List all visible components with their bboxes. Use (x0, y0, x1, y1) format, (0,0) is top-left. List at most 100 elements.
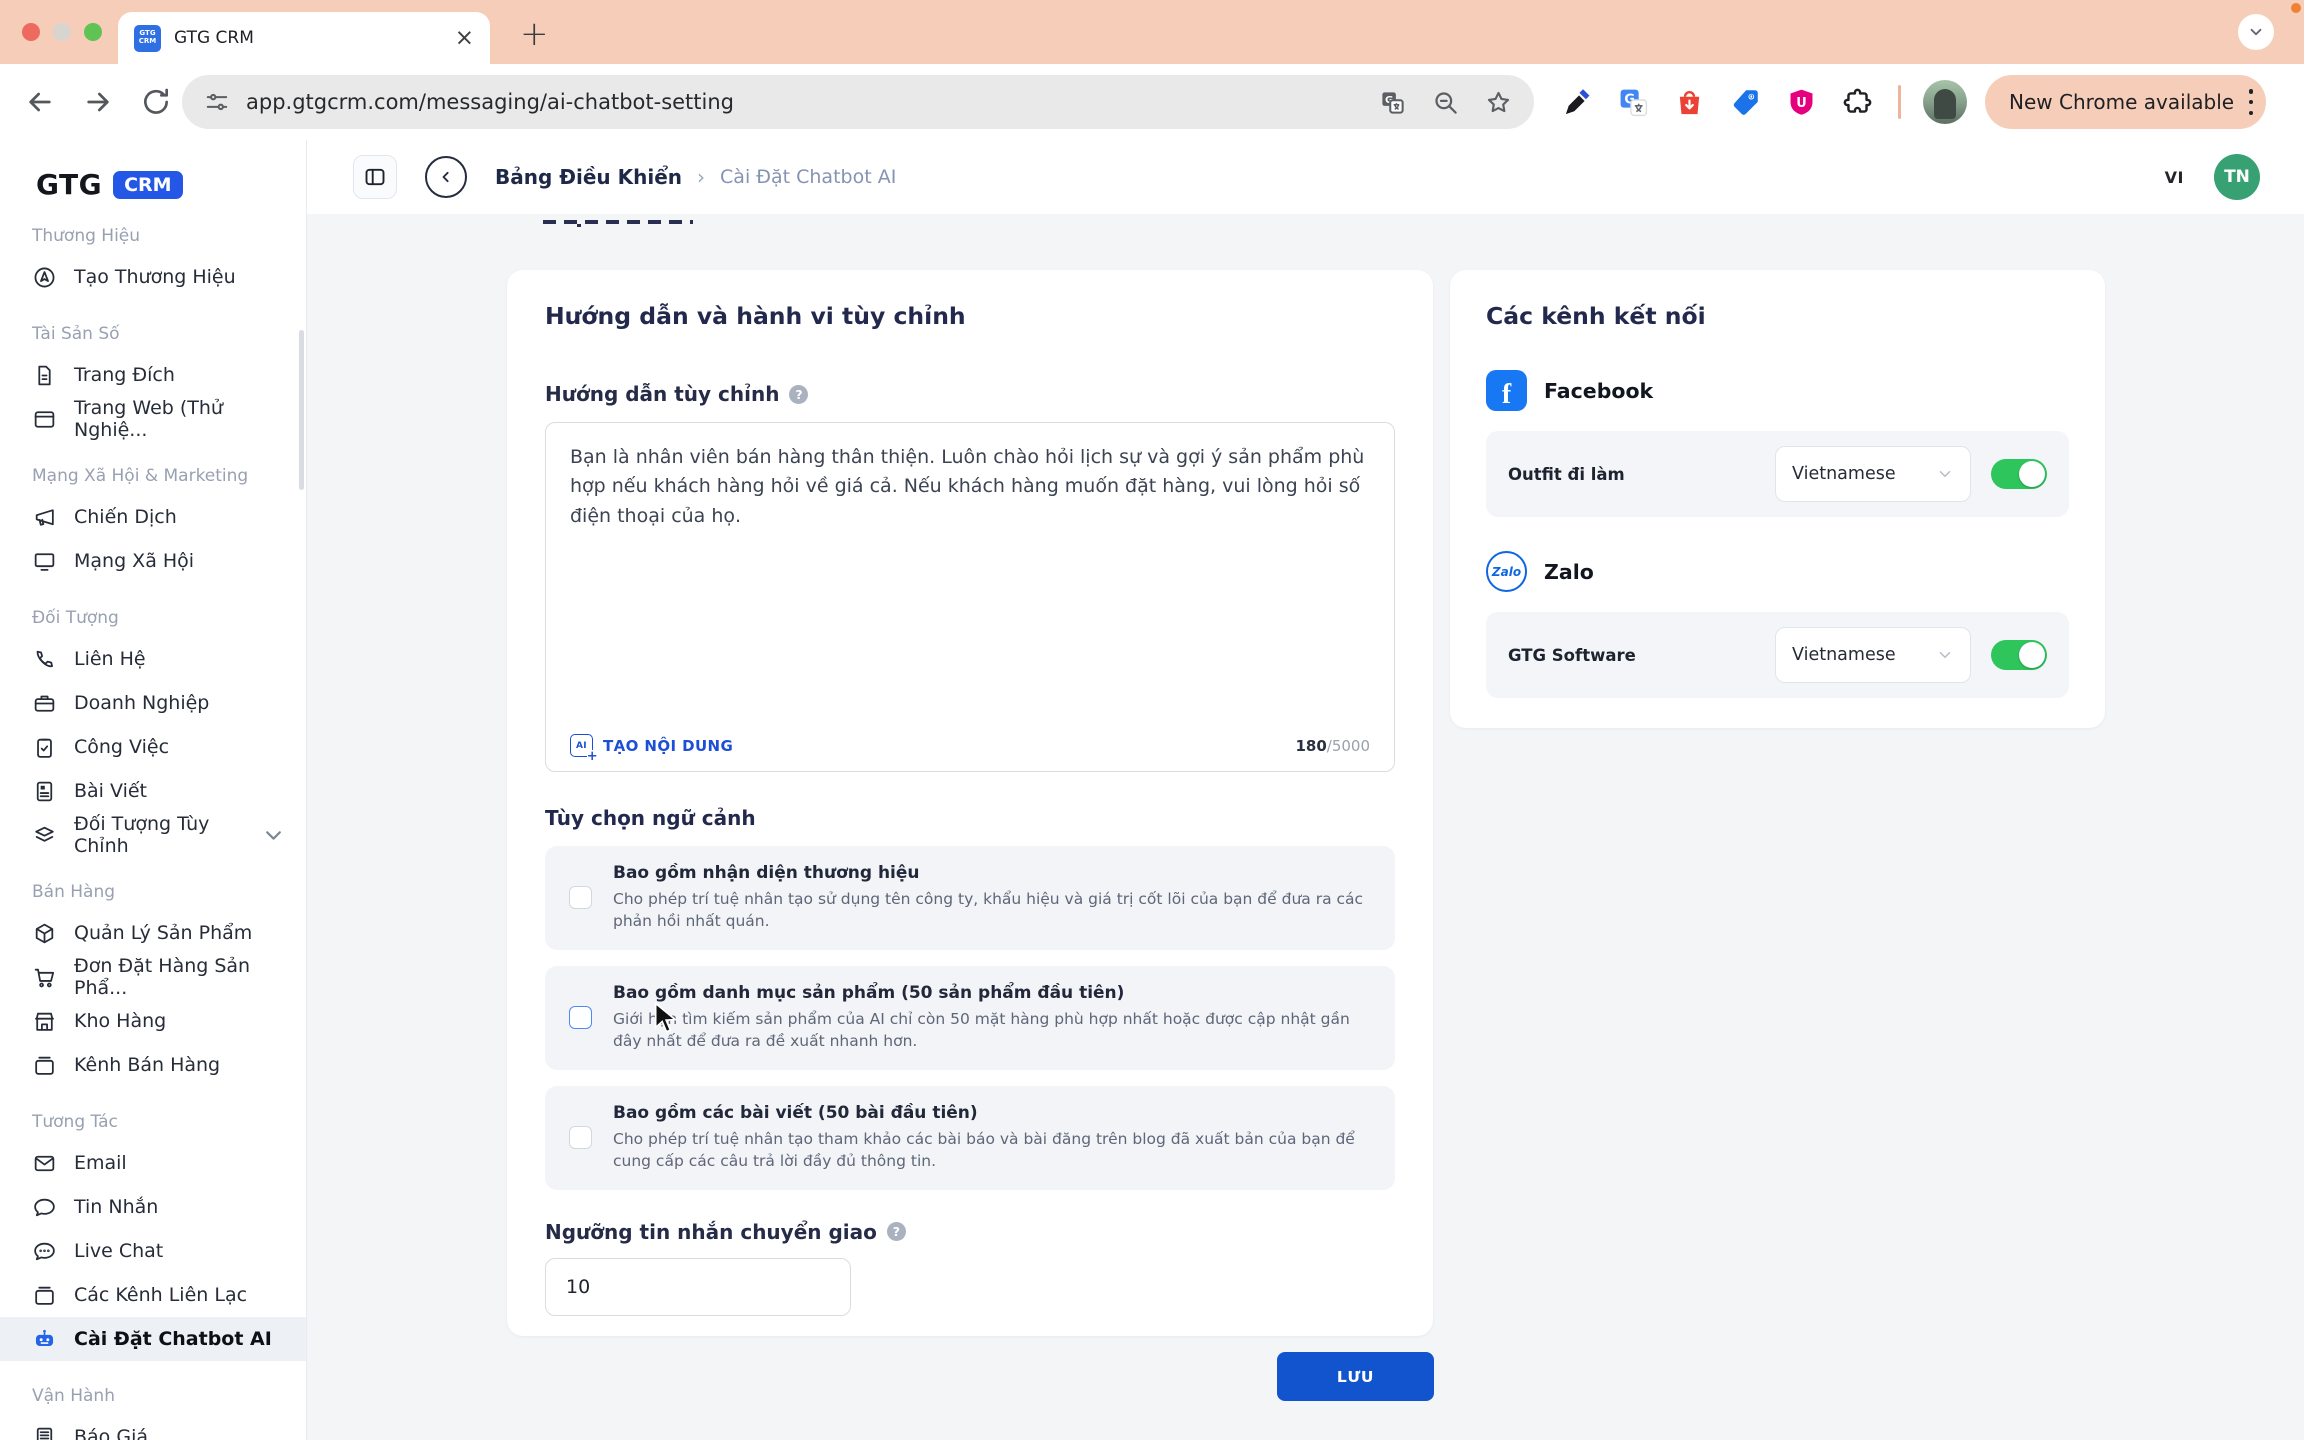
generate-content-button[interactable]: AI TẠO NỘI DUNG (570, 734, 733, 757)
chrome-update-label: New Chrome available (2009, 90, 2234, 114)
bookmark-star-icon[interactable] (1485, 89, 1512, 116)
invoice-icon (32, 1425, 57, 1440)
zalo-icon: Zalo (1486, 551, 1527, 592)
forward-icon[interactable] (82, 86, 114, 118)
clipped-heading (543, 220, 743, 227)
site-favicon: GTGCRM (134, 25, 161, 52)
tag-icon[interactable]: O (1730, 87, 1761, 118)
sidebar-item-custom-objects[interactable]: Đối Tượng Tùy Chỉnh (0, 813, 306, 857)
breadcrumb-dashboard[interactable]: Bảng Điều Khiển (495, 165, 682, 189)
close-window-button[interactable] (22, 23, 40, 41)
checkbox-brand-identity[interactable] (569, 886, 592, 909)
language-switcher[interactable]: VI (2165, 168, 2184, 187)
sidebar-item-email[interactable]: Email (0, 1141, 306, 1185)
reload-icon[interactable] (140, 86, 172, 118)
sidebar-item-website[interactable]: Trang Web (Thử Nghiệ... (0, 397, 306, 441)
phone-icon (32, 647, 57, 672)
sidebar-toggle-button[interactable] (353, 155, 397, 199)
channels-title: Các kênh kết nối (1486, 302, 2069, 330)
site-settings-icon[interactable] (204, 89, 230, 115)
channels-card: Các kênh kết nối f Facebook Outfit đi là… (1450, 270, 2105, 728)
option-articles[interactable]: Bao gồm các bài viết (50 bài đầu tiên) C… (545, 1086, 1395, 1190)
handover-threshold-input[interactable] (545, 1258, 851, 1316)
document-icon (32, 363, 57, 388)
facebook-enabled-toggle[interactable] (1991, 459, 2047, 489)
browser-tab[interactable]: GTGCRM GTG CRM × (118, 12, 490, 64)
instructions-text[interactable]: Bạn là nhân viên bán hàng thân thiện. Lu… (570, 443, 1370, 734)
option-product-catalog[interactable]: Bao gồm danh mục sản phẩm (50 sản phẩm đ… (545, 966, 1395, 1070)
instructions-label: Hướng dẫn tùy chỉnh (545, 382, 779, 406)
help-icon[interactable]: ? (887, 1222, 906, 1241)
app-logo[interactable]: GTG CRM (0, 168, 306, 201)
extensions-puzzle-icon[interactable] (1842, 87, 1873, 118)
google-translate-icon[interactable]: G (1618, 87, 1649, 118)
layers-icon (32, 823, 57, 848)
save-button[interactable]: LƯU (1277, 1352, 1434, 1401)
browser-toolbar: app.gtgcrm.com/messaging/ai-chatbot-sett… (0, 64, 2304, 140)
zoom-window-button[interactable] (84, 23, 102, 41)
sidebar-item-landing-pages[interactable]: Trang Đích (0, 353, 306, 397)
zoom-out-icon[interactable] (1432, 89, 1459, 116)
notification-dot (2291, 3, 2301, 13)
tab-close-icon[interactable]: × (455, 27, 474, 50)
chevron-down-icon (261, 823, 286, 848)
main-content: Bảng Điều Khiển › Cài Đặt Chatbot AI VI … (307, 140, 2304, 1440)
box-lid-icon (32, 1283, 57, 1308)
sidebar-item-messages[interactable]: Tin Nhắn (0, 1185, 306, 1229)
breadcrumb-separator: › (697, 165, 705, 189)
sidebar-item-social-network[interactable]: Mạng Xã Hội (0, 539, 306, 583)
checkbox-articles[interactable] (569, 1126, 592, 1149)
section-header-social-marketing: Mạng Xã Hội & Marketing (0, 441, 306, 495)
sidebar-scrollbar[interactable] (299, 330, 304, 490)
new-tab-button[interactable]: + (520, 14, 549, 54)
translate-icon[interactable]: G (1379, 89, 1406, 116)
sidebar-item-quotes[interactable]: Báo Giá (0, 1415, 306, 1440)
web-store-bag-icon[interactable] (1674, 87, 1705, 118)
back-icon[interactable] (24, 86, 56, 118)
facebook-language-select[interactable]: Vietnamese (1775, 446, 1971, 502)
help-icon[interactable]: ? (789, 385, 808, 404)
minimize-window-button[interactable] (53, 23, 71, 41)
browser-tabstrip: GTGCRM GTG CRM × + (0, 0, 2304, 64)
eyedropper-icon[interactable] (1562, 87, 1593, 118)
sidebar-item-products[interactable]: Quản Lý Sản Phẩm (0, 911, 306, 955)
panel-icon (363, 165, 387, 189)
ai-sparkle-icon: AI (570, 734, 593, 757)
sidebar-item-campaigns[interactable]: Chiến Dịch (0, 495, 306, 539)
zalo-language-select[interactable]: Vietnamese (1775, 627, 1971, 683)
sidebar-item-create-brand[interactable]: Tạo Thương Hiệu (0, 255, 306, 299)
sidebar-item-sales-channels[interactable]: Kênh Bán Hàng (0, 1043, 306, 1087)
sidebar-item-orders[interactable]: Đơn Đặt Hàng Sản Phẩ... (0, 955, 306, 999)
option-brand-identity[interactable]: Bao gồm nhận diện thương hiệu Cho phép t… (545, 846, 1395, 950)
sidebar-item-communication-channels[interactable]: Các Kênh Liên Lạc (0, 1273, 306, 1317)
custom-instructions-textarea[interactable]: Bạn là nhân viên bán hàng thân thiện. Lu… (545, 422, 1395, 772)
window-controls[interactable] (22, 23, 102, 41)
compass-icon (32, 265, 57, 290)
profile-avatar[interactable] (1923, 80, 1967, 124)
sidebar: GTG CRM Thương Hiệu Tạo Thương Hiệu Tài … (0, 140, 307, 1440)
sidebar-item-live-chat[interactable]: Live Chat (0, 1229, 306, 1273)
zalo-account-row: GTG Software Vietnamese (1486, 612, 2069, 698)
breadcrumb: Bảng Điều Khiển › Cài Đặt Chatbot AI (495, 165, 896, 189)
checkbox-product-catalog[interactable] (569, 1006, 592, 1029)
zalo-enabled-toggle[interactable] (1991, 640, 2047, 670)
section-header-sales: Bán Hàng (0, 857, 306, 911)
url-bar[interactable]: app.gtgcrm.com/messaging/ai-chatbot-sett… (182, 75, 1534, 129)
sidebar-item-ai-chatbot-settings[interactable]: Cài Đặt Chatbot AI (0, 1317, 306, 1361)
url-text[interactable]: app.gtgcrm.com/messaging/ai-chatbot-sett… (246, 90, 1353, 114)
svg-text:U: U (1796, 96, 1806, 111)
chevron-down-icon[interactable] (2238, 14, 2274, 50)
sidebar-item-tasks[interactable]: Công Việc (0, 725, 306, 769)
user-avatar[interactable]: TN (2214, 154, 2260, 200)
chrome-update-button[interactable]: New Chrome available (1985, 75, 2266, 129)
kebab-menu-icon[interactable] (2248, 89, 2254, 115)
sidebar-item-warehouse[interactable]: Kho Hàng (0, 999, 306, 1043)
ublock-shield-icon[interactable]: U (1786, 87, 1817, 118)
sidebar-item-articles[interactable]: Bài Viết (0, 769, 306, 813)
sidebar-item-companies[interactable]: Doanh Nghiệp (0, 681, 306, 725)
back-circle-button[interactable] (425, 156, 467, 198)
toolbar-divider (1898, 85, 1901, 119)
instructions-label-row: Hướng dẫn tùy chỉnh ? (545, 382, 1395, 406)
sidebar-item-contacts[interactable]: Liên Hệ (0, 637, 306, 681)
section-header-digital-assets: Tài Sản Số (0, 299, 306, 353)
